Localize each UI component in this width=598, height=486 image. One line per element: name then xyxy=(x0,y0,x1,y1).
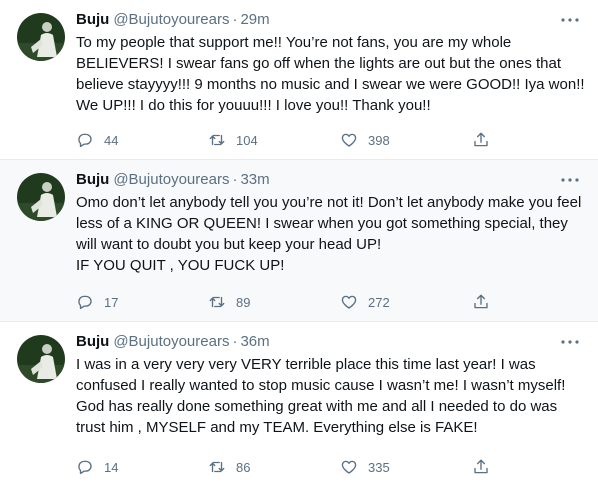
heart-icon xyxy=(341,295,357,309)
reply-count: 44 xyxy=(104,132,119,148)
separator-dot: · xyxy=(232,333,238,350)
reply-button[interactable]: 44 xyxy=(76,131,208,149)
author-handle[interactable]: @Bujutoyourears xyxy=(113,10,229,30)
retweet-icon xyxy=(209,461,225,473)
timestamp[interactable]: 33m xyxy=(240,170,269,190)
retweet-count: 86 xyxy=(236,459,251,475)
tweet-text: I was in a very very very VERY terrible … xyxy=(76,356,566,436)
share-button[interactable] xyxy=(472,293,500,311)
tweet-header: Buju @Bujutoyourears · 36m xyxy=(76,332,582,352)
like-count: 398 xyxy=(368,132,390,148)
retweet-button[interactable]: 86 xyxy=(208,458,340,476)
timestamp[interactable]: 36m xyxy=(240,332,269,352)
like-count: 335 xyxy=(368,459,390,475)
more-horizontal-icon[interactable] xyxy=(558,334,582,350)
author-name[interactable]: Buju xyxy=(76,332,109,352)
reply-icon xyxy=(78,133,92,148)
tweet-header: Buju @Bujutoyourears · 29m xyxy=(76,10,582,30)
avatar[interactable] xyxy=(17,13,65,61)
retweet-icon xyxy=(209,296,225,308)
author-name[interactable]: Buju xyxy=(76,170,109,190)
reply-count: 17 xyxy=(104,294,119,310)
author-handle[interactable]: @Bujutoyourears xyxy=(113,332,229,352)
retweet-icon xyxy=(209,134,225,146)
heart-icon xyxy=(341,133,357,147)
tweet-text: Omo don’t let anybody tell you you’re no… xyxy=(76,194,582,274)
tweet-actions: 17 89 272 xyxy=(76,293,516,311)
like-count: 272 xyxy=(368,294,390,310)
tweet-actions: 14 86 335 xyxy=(76,458,516,476)
heart-icon xyxy=(341,460,357,474)
retweet-button[interactable]: 104 xyxy=(208,131,340,149)
tweet[interactable]: Buju @Bujutoyourears · 29m To my people … xyxy=(0,0,598,160)
avatar[interactable] xyxy=(17,173,65,221)
like-button[interactable]: 398 xyxy=(340,131,472,149)
author-handle[interactable]: @Bujutoyourears xyxy=(113,170,229,190)
share-icon xyxy=(474,459,488,474)
retweet-count: 89 xyxy=(236,294,251,310)
like-button[interactable]: 272 xyxy=(340,293,472,311)
share-button[interactable] xyxy=(472,131,500,149)
reply-icon xyxy=(78,295,92,310)
tweet[interactable]: Buju @Bujutoyourears · 36m I was in a ve… xyxy=(0,322,598,486)
retweet-count: 104 xyxy=(236,132,258,148)
reply-button[interactable]: 14 xyxy=(76,458,208,476)
share-button[interactable] xyxy=(472,458,500,476)
reply-count: 14 xyxy=(104,459,119,475)
tweet-actions: 44 104 398 xyxy=(76,131,516,149)
more-horizontal-icon[interactable] xyxy=(558,12,582,28)
reply-button[interactable]: 17 xyxy=(76,293,208,311)
timestamp[interactable]: 29m xyxy=(240,10,269,30)
separator-dot: · xyxy=(232,11,238,28)
separator-dot: · xyxy=(232,171,238,188)
like-button[interactable]: 335 xyxy=(340,458,472,476)
share-icon xyxy=(474,132,488,147)
tweet-feed: Buju @Bujutoyourears · 29m To my people … xyxy=(0,0,598,486)
reply-icon xyxy=(78,460,92,475)
retweet-button[interactable]: 89 xyxy=(208,293,340,311)
tweet-header: Buju @Bujutoyourears · 33m xyxy=(76,170,582,190)
author-name[interactable]: Buju xyxy=(76,10,109,30)
avatar[interactable] xyxy=(17,335,65,383)
tweet-text: To my people that support me!! You’re no… xyxy=(76,34,585,114)
tweet[interactable]: Buju @Bujutoyourears · 33m Omo don’t let… xyxy=(0,160,598,322)
share-icon xyxy=(474,294,488,309)
more-horizontal-icon[interactable] xyxy=(558,172,582,188)
